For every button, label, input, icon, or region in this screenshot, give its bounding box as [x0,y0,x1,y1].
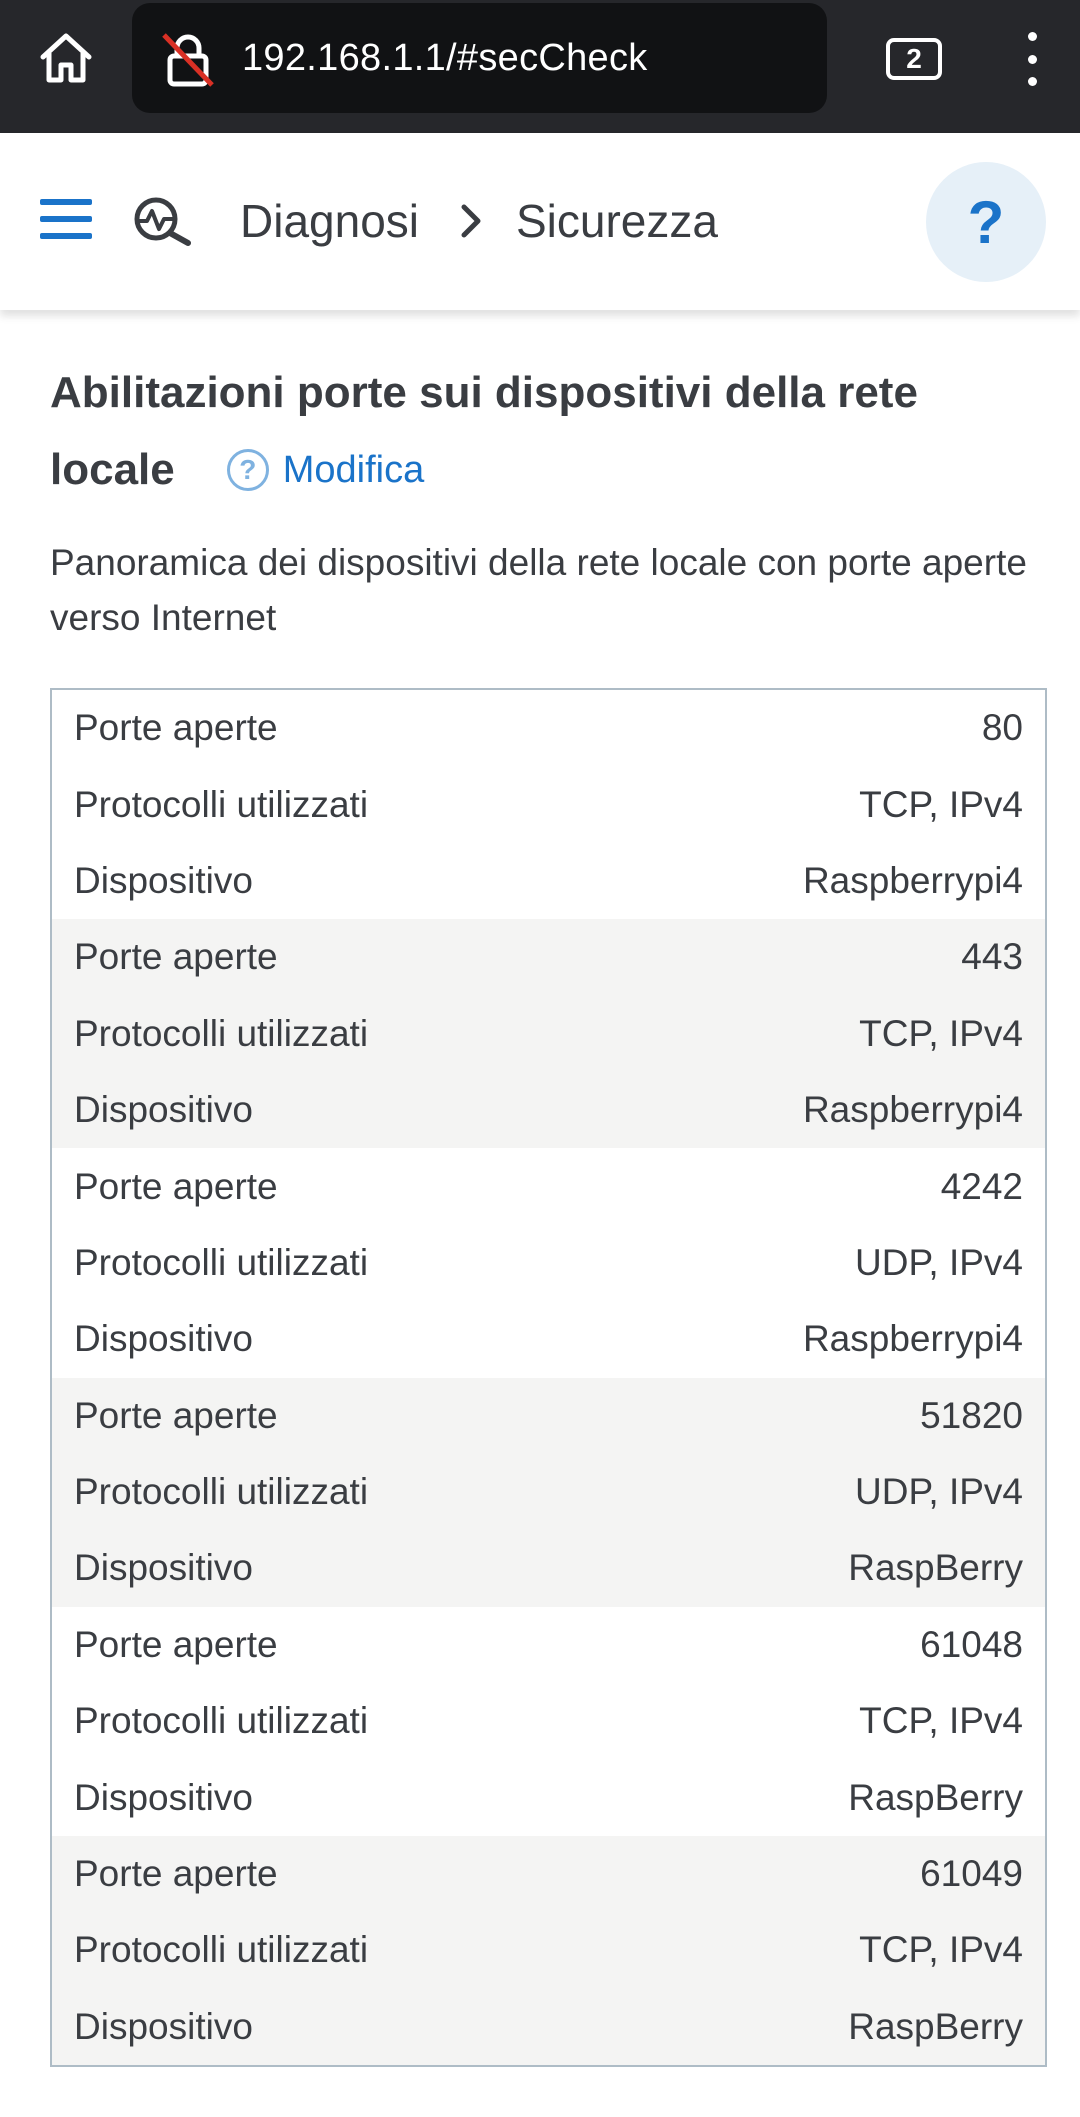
section-title-line2: locale ? Modifica [50,432,424,508]
port-row: Porte aperte 4242 [52,1148,1045,1224]
label: Porte aperte [74,1165,278,1207]
hamburger-menu-icon[interactable] [40,199,92,239]
value: Raspberrypi4 [802,859,1023,901]
device-row: Dispositivo Raspberrypi4 [52,1301,1045,1377]
port-row: Porte aperte 443 [52,919,1045,995]
label: Porte aperte [74,1623,278,1665]
port-entry: Porte aperte 51820 Protocolli utilizzati U… [52,1377,1045,1607]
label: Porte aperte [74,707,278,749]
address-bar[interactable]: 192.168.1.1/#secCheck [132,3,827,113]
protocol-row: Protocolli utilizzati TCP, IPv4 [52,766,1045,842]
label: Dispositivo [74,1089,253,1131]
value: Raspberrypi4 [802,1089,1023,1131]
label: Protocolli utilizzati [74,1700,369,1742]
diagnostics-icon [132,195,196,247]
value: 61048 [920,1623,1023,1665]
port-row: Porte aperte 61048 [52,1607,1045,1683]
label: Protocolli utilizzati [74,1929,369,1971]
section-title-continued: locale [50,445,175,494]
device-row: Dispositivo Raspberrypi4 [52,843,1045,919]
value: 4242 [940,1165,1023,1207]
value: 80 [981,707,1023,749]
label: Protocolli utilizzati [74,783,369,825]
device-row: Dispositivo RaspBerry [52,1989,1045,2065]
value: 443 [961,936,1023,978]
port-entry: Porte aperte 61049 Protocolli utilizzati T… [52,1835,1045,2066]
label: Protocolli utilizzati [74,1012,369,1054]
section-description: Panoramica dei dispositivi della rete lo… [50,542,1027,638]
breadcrumb-diagnosi[interactable]: Diagnosi [240,133,419,310]
value: TCP, IPv4 [859,1700,1023,1742]
port-entry: Porte aperte 4242 Protocolli utilizzati UD… [52,1148,1045,1377]
value: TCP, IPv4 [859,783,1023,825]
label: Dispositivo [74,2005,253,2047]
label: Protocolli utilizzati [74,1241,369,1283]
value: UDP, IPv4 [855,1471,1023,1513]
value: TCP, IPv4 [859,1929,1023,1971]
chevron-right-icon [456,199,486,243]
value: TCP, IPv4 [859,1012,1023,1054]
value: RaspBerry [848,1776,1023,1818]
value: UDP, IPv4 [855,1241,1023,1283]
value: Raspberrypi4 [802,1318,1023,1360]
port-row: Porte aperte 61049 [52,1836,1045,1912]
label: Porte aperte [74,1853,278,1895]
port-entry: Porte aperte 61048 Protocolli utilizzati T… [52,1607,1045,1836]
label: Dispositivo [74,1547,253,1589]
home-icon[interactable] [30,28,102,88]
more-vert-icon[interactable] [1012,32,1052,86]
value: 61049 [920,1853,1023,1895]
open-ports-table: Porte aperte 80 Protocolli utilizzati TCP,… [50,688,1047,2068]
label: Porte aperte [74,936,278,978]
value: 51820 [920,1394,1023,1436]
protocol-row: Protocolli utilizzati TCP, IPv4 [52,996,1045,1072]
edit-link[interactable]: ? Modifica [226,449,425,492]
label: Porte aperte [74,1394,278,1436]
device-row: Dispositivo RaspBerry [52,1759,1045,1835]
tab-switcher-button[interactable]: 2 [886,38,942,80]
breadcrumb-sicurezza: Sicurezza [516,195,718,247]
browser-toolbar: 192.168.1.1/#secCheck 2 [0,0,1080,133]
app-header: Diagnosi Sicurezza ? [0,133,1080,310]
help-circle-icon[interactable]: ? [226,449,269,491]
label: Protocolli utilizzati [74,1471,369,1513]
protocol-row: Protocolli utilizzati UDP, IPv4 [52,1454,1045,1530]
edit-link-label[interactable]: Modifica [283,449,425,492]
value: RaspBerry [848,1547,1023,1589]
port-entry: Porte aperte 80 Protocolli utilizzati TCP,… [52,690,1045,919]
device-row: Dispositivo Raspberrypi4 [52,1072,1045,1148]
url-text[interactable]: 192.168.1.1/#secCheck [242,3,648,113]
protocol-row: Protocolli utilizzati TCP, IPv4 [52,1683,1045,1759]
label: Dispositivo [74,1318,253,1360]
label: Dispositivo [74,859,253,901]
help-button[interactable]: ? [926,162,1046,282]
section-title: Abilitazioni porte sui dispositivi della… [50,368,918,417]
port-row: Porte aperte 51820 [52,1378,1045,1454]
protocol-row: Protocolli utilizzati TCP, IPv4 [52,1912,1045,1988]
value: RaspBerry [848,2005,1023,2047]
port-entry: Porte aperte 443 Protocolli utilizzati TCP… [52,919,1045,1149]
label: Dispositivo [74,1776,253,1818]
insecure-lock-icon[interactable] [160,31,218,89]
protocol-row: Protocolli utilizzati UDP, IPv4 [52,1225,1045,1301]
device-row: Dispositivo RaspBerry [52,1530,1045,1606]
port-row: Porte aperte 80 [52,690,1045,766]
